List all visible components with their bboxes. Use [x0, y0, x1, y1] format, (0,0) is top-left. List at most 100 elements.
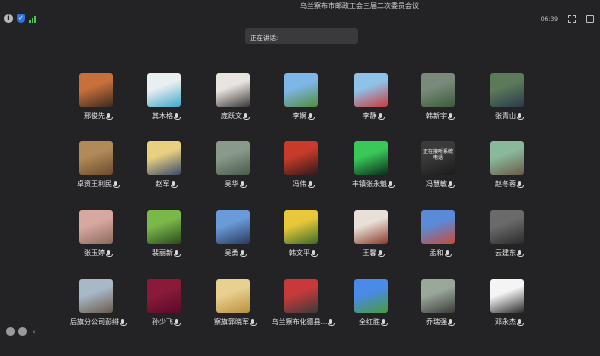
exit-icon[interactable]: [586, 15, 594, 23]
participant-name-row: 孙少飞: [130, 317, 200, 327]
avatar[interactable]: [421, 210, 455, 244]
participant-tile[interactable]: 察旗郭晓军: [199, 279, 269, 329]
avatar[interactable]: [284, 73, 318, 107]
mic-icon: [377, 113, 385, 120]
avatar[interactable]: [490, 279, 524, 313]
participant-tile[interactable]: 王馨: [337, 210, 407, 260]
participant-tile[interactable]: 正在接听系统电话 冯慧敏: [404, 141, 474, 191]
avatar-image: [216, 279, 250, 313]
participant-tile[interactable]: 吴勇: [199, 210, 269, 260]
participant-name-row: 云建东: [473, 248, 543, 258]
participant-tile[interactable]: 丰镇张永魁: [337, 141, 407, 191]
avatar[interactable]: [284, 279, 318, 313]
mic-icon: [250, 319, 257, 326]
avatar-image: [147, 73, 181, 107]
participant-tile[interactable]: 卓资王利民: [62, 141, 132, 191]
shield-icon[interactable]: ✓: [17, 14, 25, 23]
collapse-icon[interactable]: ‹: [30, 327, 38, 336]
participant-name-row: 乔瑞强: [404, 317, 474, 327]
participant-tile[interactable]: 张玉婷: [62, 210, 132, 260]
avatar[interactable]: [79, 141, 113, 175]
mic-icon: [448, 181, 455, 188]
avatar[interactable]: 正在接听系统电话: [421, 141, 455, 175]
mic-icon: [448, 319, 455, 326]
participant-tile[interactable]: 裴丽新: [130, 210, 200, 260]
participant-name: 赵冬蓉: [495, 180, 516, 188]
avatar[interactable]: [216, 279, 250, 313]
avatar[interactable]: [147, 141, 181, 175]
avatar[interactable]: [421, 73, 455, 107]
participant-tile[interactable]: 邓永杰: [473, 279, 543, 329]
avatar[interactable]: [284, 141, 318, 175]
participant-tile[interactable]: 孟和: [404, 210, 474, 260]
participant-name: 孙少飞: [152, 318, 173, 326]
mic-icon: [381, 319, 388, 326]
participant-tile[interactable]: 李婀: [267, 73, 337, 123]
avatar[interactable]: [354, 279, 388, 313]
avatar[interactable]: [421, 279, 455, 313]
participant-tile[interactable]: 云建东: [473, 210, 543, 260]
mic-icon: [174, 319, 181, 326]
participant-name-row: 邓永杰: [473, 317, 543, 327]
avatar[interactable]: [216, 141, 250, 175]
participant-tile[interactable]: 邢俊先: [62, 73, 132, 123]
participant-name-row: 吴勇: [199, 248, 269, 258]
participant-name: 韩新宇: [426, 112, 447, 120]
participant-name: 吴华: [224, 180, 239, 188]
avatar[interactable]: [354, 141, 388, 175]
participant-name: 吴勇: [224, 249, 239, 257]
participant-tile[interactable]: 韩新宇: [404, 73, 474, 123]
avatar-image: [79, 73, 113, 107]
avatar[interactable]: [490, 141, 524, 175]
participant-tile[interactable]: 张青山: [473, 73, 543, 123]
participant-tile[interactable]: 乌兰察布化德县...: [267, 279, 337, 329]
avatar-image: [490, 73, 524, 107]
avatar[interactable]: [79, 279, 113, 313]
participant-tile[interactable]: 其木格: [130, 73, 200, 123]
info-icon[interactable]: i: [4, 14, 13, 23]
avatar[interactable]: [490, 210, 524, 244]
avatar[interactable]: [79, 210, 113, 244]
avatar[interactable]: [147, 73, 181, 107]
avatar-caption: 正在接听系统电话: [423, 149, 454, 161]
participant-name: 乔瑞强: [426, 318, 447, 326]
mic-icon: [311, 250, 318, 257]
mic-icon: [444, 250, 452, 257]
avatar-image: [354, 141, 388, 175]
settings-icon[interactable]: [18, 327, 27, 336]
participant-tile[interactable]: 韩文平: [267, 210, 337, 260]
status-icons: i ✓: [4, 14, 36, 23]
participant-name-row: 张青山: [473, 111, 543, 121]
signal-icon: [29, 15, 36, 23]
chat-icon[interactable]: [6, 327, 15, 336]
avatar[interactable]: [284, 210, 318, 244]
participant-tile[interactable]: 赵军: [130, 141, 200, 191]
avatar-image: [354, 279, 388, 313]
participant-tile[interactable]: 乔瑞强: [404, 279, 474, 329]
avatar-image: [284, 279, 318, 313]
avatar[interactable]: [490, 73, 524, 107]
avatar[interactable]: [354, 73, 388, 107]
participant-name-row: 吴华: [199, 179, 269, 189]
avatar-image: [490, 279, 524, 313]
participant-name-row: 察旗郭晓军: [199, 317, 269, 327]
avatar[interactable]: [147, 210, 181, 244]
avatar[interactable]: [216, 210, 250, 244]
participant-tile[interactable]: 后旗分公司彭绯: [62, 279, 132, 329]
avatar[interactable]: [354, 210, 388, 244]
participant-tile[interactable]: 庞跃文: [199, 73, 269, 123]
mic-icon: [239, 250, 247, 257]
bottom-toolbar: ‹: [6, 327, 38, 336]
participant-tile[interactable]: 冯伟: [267, 141, 337, 191]
speaking-indicator: 正在讲话:: [245, 28, 358, 44]
participant-tile[interactable]: 全红胜: [337, 279, 407, 329]
participant-tile[interactable]: 赵冬蓉: [473, 141, 543, 191]
avatar[interactable]: [79, 73, 113, 107]
avatar[interactable]: [147, 279, 181, 313]
fullscreen-icon[interactable]: [568, 15, 576, 23]
title-bar: 乌兰察布市邮政工会三届二次委员会议: [0, 0, 600, 12]
participant-tile[interactable]: 吴华: [199, 141, 269, 191]
avatar[interactable]: [216, 73, 250, 107]
participant-tile[interactable]: 孙少飞: [130, 279, 200, 329]
participant-tile[interactable]: 李静: [337, 73, 407, 123]
